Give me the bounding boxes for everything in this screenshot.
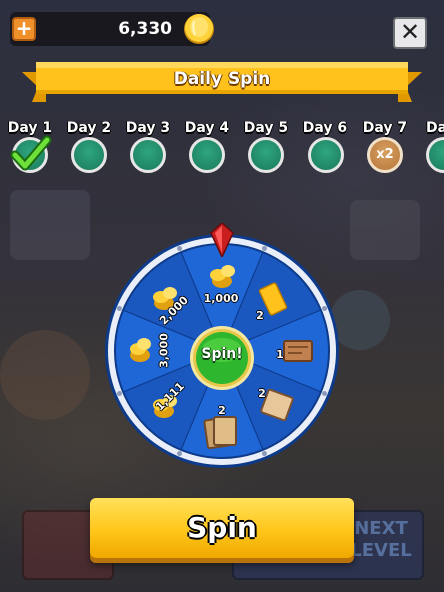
map-icon (283, 340, 313, 362)
day-7-label: Day 7 (362, 120, 408, 136)
segment-label: 2 (256, 309, 264, 322)
day-2-circle (71, 137, 107, 173)
day-2-label: Day 2 (66, 120, 112, 136)
next-level-label: NEXT LEVEL (350, 518, 412, 561)
day-8-label: Day (426, 120, 444, 136)
coin-count: 6,330 (118, 19, 172, 39)
wheel-spin-hub-label: Spin! (201, 346, 243, 362)
wheel-rim-dot (177, 245, 183, 251)
wheel-rim-dot (261, 451, 267, 457)
wheel-rim-dot (322, 390, 328, 396)
segment-label: 1 (276, 348, 284, 361)
segment-label: 3,000 (157, 333, 171, 368)
background-crate (350, 200, 420, 260)
wheel-rim-dot (177, 451, 183, 457)
spin-button[interactable]: Spin (90, 498, 354, 558)
day-5-label: Day 5 (243, 120, 289, 136)
wheel-rim-dot (322, 306, 328, 312)
segment-label: 1,000 (203, 292, 239, 305)
page-title: Daily Spin (173, 69, 271, 89)
close-button[interactable]: ✕ (393, 17, 427, 49)
wheel-rim-dot (116, 390, 122, 396)
day-7-bonus-circle: x2 (367, 137, 403, 173)
cards-icon (203, 416, 237, 450)
day-5-circle (248, 137, 284, 173)
day-6-label: Day 6 (302, 120, 348, 136)
gold-coin-icon (184, 14, 214, 44)
day-3-label: Day 3 (125, 120, 171, 136)
background-house (10, 190, 90, 260)
segment-label: 2 (218, 404, 226, 417)
checkmark-icon (10, 135, 52, 171)
background-cart (0, 330, 90, 420)
segment-label: 2 (258, 387, 266, 400)
add-coins-button[interactable]: + (12, 17, 36, 41)
day-4-circle (189, 137, 225, 173)
wheel-rim-dot (116, 306, 122, 312)
wheel-rim-dot (261, 245, 267, 251)
day-3-circle (130, 137, 166, 173)
day-4-label: Day 4 (184, 120, 230, 136)
wheel-pointer-icon (210, 223, 234, 257)
day-6-circle (308, 137, 344, 173)
